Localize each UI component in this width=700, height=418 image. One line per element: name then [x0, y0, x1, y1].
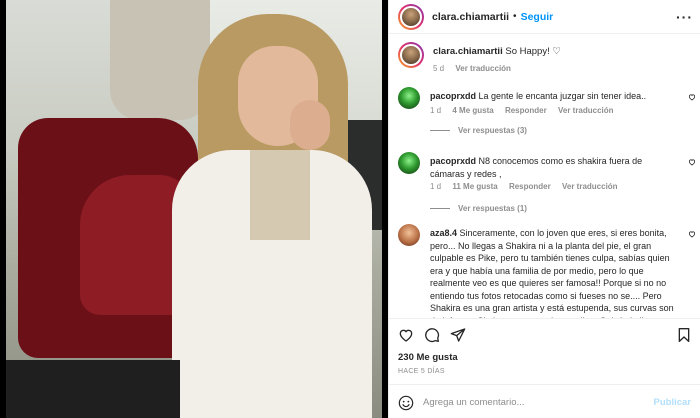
caption-age: 5 d: [433, 64, 445, 73]
separator-dot: •: [513, 11, 517, 22]
comment-like-heart-icon[interactable]: [688, 93, 696, 101]
replies-line: [430, 130, 450, 132]
comment-meta: 1 d 4 Me gusta Responder Ver traducción: [430, 106, 623, 115]
comment-like-heart-icon[interactable]: [688, 158, 696, 166]
comment-age: 1 d: [430, 106, 442, 115]
paper-plane-icon[interactable]: [450, 327, 466, 343]
caption-avatar-ring[interactable]: [398, 42, 424, 68]
comment-likes-link[interactable]: 4 Me gusta: [452, 106, 493, 115]
commenter-avatar[interactable]: [398, 87, 420, 109]
post-media[interactable]: [0, 0, 388, 418]
comment-item: pacoprxdd N8 conocemos como es shakira f…: [389, 152, 700, 220]
comment-meta: 1 d 11 Me gusta Responder Ver traducción: [430, 182, 627, 191]
replies-line: [430, 208, 450, 210]
follow-button[interactable]: Seguir: [521, 11, 554, 23]
comment-reply-link[interactable]: Responder: [505, 106, 547, 115]
heart-icon[interactable]: [398, 327, 414, 343]
commenter-avatar[interactable]: [398, 152, 420, 174]
comment-translate-link[interactable]: Ver traducción: [562, 182, 618, 191]
caption-body: So Happy! ♡: [505, 46, 561, 57]
comments-list[interactable]: clara.chiamartii So Happy! ♡ 5 d Ver tra…: [389, 34, 700, 318]
caption-username[interactable]: clara.chiamartii: [433, 46, 503, 57]
media-letterbox-left: [0, 0, 6, 418]
post-comment-button[interactable]: Publicar: [654, 397, 692, 408]
comment-age: 1 d: [430, 182, 442, 191]
comment-like-heart-icon[interactable]: [688, 230, 696, 238]
view-replies-link[interactable]: Ver respuestas (1): [430, 204, 527, 213]
comment-body: La gente le encanta juzgar sin tener ide…: [478, 91, 647, 101]
author-avatar-ring[interactable]: [398, 3, 424, 30]
smiley-icon[interactable]: [398, 395, 414, 411]
post-actions-bar: [389, 318, 700, 348]
more-dots-icon[interactable]: ···: [676, 9, 693, 25]
comment-item: pacoprxdd La gente le encanta juzgar sin…: [389, 87, 700, 149]
comment-username[interactable]: pacoprxdd: [430, 91, 476, 101]
caption-avatar[interactable]: [400, 44, 422, 66]
comment-text: pacoprxdd N8 conocemos como es shakira f…: [430, 155, 678, 180]
post-header: clara.chiamartii • Seguir ···: [389, 0, 700, 34]
bookmark-icon[interactable]: [676, 327, 692, 343]
view-replies-label[interactable]: Ver respuestas (3): [458, 126, 527, 135]
view-replies-label[interactable]: Ver respuestas (1): [458, 204, 527, 213]
posted-timestamp: HACE 5 DÍAS: [398, 368, 445, 375]
view-replies-link[interactable]: Ver respuestas (3): [430, 126, 527, 135]
comment-icon[interactable]: [424, 327, 440, 343]
comment-username[interactable]: pacoprxdd: [430, 156, 476, 166]
author-username[interactable]: clara.chiamartii: [432, 11, 509, 23]
caption-translate-link[interactable]: Ver traducción: [455, 64, 511, 73]
comment-text: pacoprxdd La gente le encanta juzgar sin…: [430, 90, 678, 103]
media-person-top: [250, 150, 310, 240]
comment-text: aza8.4 Sinceramente, con lo joven que er…: [430, 227, 678, 318]
likes-count[interactable]: 230 Me gusta: [398, 352, 458, 363]
media-person-hand: [290, 100, 330, 150]
media-dark-area: [0, 360, 180, 418]
caption-text: clara.chiamartii So Happy! ♡: [433, 46, 561, 57]
comment-item: aza8.4 Sinceramente, con lo joven que er…: [389, 224, 700, 318]
media-background-person: [110, 0, 210, 120]
add-comment-bar: Publicar: [389, 384, 700, 418]
comment-body: Sinceramente, con lo joven que eres, si …: [430, 228, 674, 318]
comment-translate-link[interactable]: Ver traducción: [558, 106, 614, 115]
post-caption: clara.chiamartii So Happy! ♡ 5 d Ver tra…: [389, 42, 700, 82]
commenter-avatar[interactable]: [398, 224, 420, 246]
comment-username[interactable]: aza8.4: [430, 228, 457, 238]
caption-meta: 5 d Ver traducción: [433, 64, 520, 73]
author-avatar[interactable]: [400, 5, 422, 28]
comment-likes-link[interactable]: 11 Me gusta: [452, 182, 497, 191]
comment-input[interactable]: [423, 394, 643, 410]
comment-reply-link[interactable]: Responder: [509, 182, 551, 191]
post-details-panel: clara.chiamartii • Seguir ··· clara.chia…: [388, 0, 700, 418]
